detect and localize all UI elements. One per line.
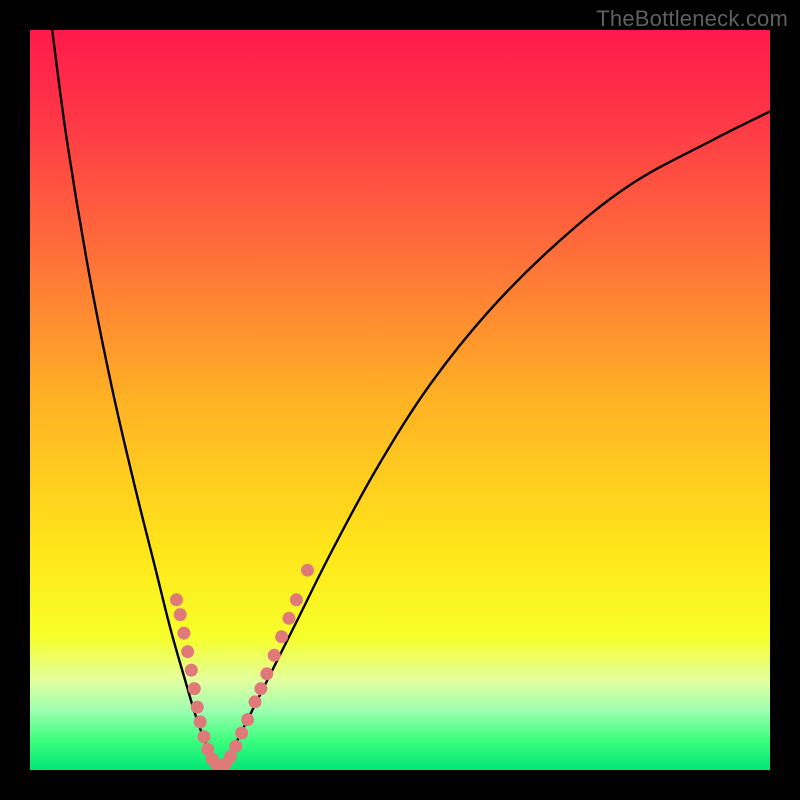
scatter-dot [188,682,201,695]
scatter-dot [170,593,183,606]
scatter-dot [283,612,296,625]
scatter-dot [229,740,242,753]
scatter-dot [185,664,198,677]
scatter-dot [290,593,303,606]
scatter-dot [260,667,273,680]
left-branch-curve [52,30,221,770]
plot-area [30,30,770,770]
scatter-dot [275,630,288,643]
scatter-dot [241,713,254,726]
right-branch-curve [221,111,770,770]
curve-layer [30,30,770,770]
scatter-dot [181,645,194,658]
scatter-dot [194,715,207,728]
scatter-dot [174,608,187,621]
scatter-dot [248,695,261,708]
scatter-dot [197,730,210,743]
scatter-dot [191,701,204,714]
watermark-text: TheBottleneck.com [596,6,788,32]
scatter-dot [301,564,314,577]
scatter-dot [235,727,248,740]
scatter-dot [254,682,267,695]
scatter-dot [177,627,190,640]
scatter-dot [268,649,281,662]
scatter-dots [170,564,314,770]
